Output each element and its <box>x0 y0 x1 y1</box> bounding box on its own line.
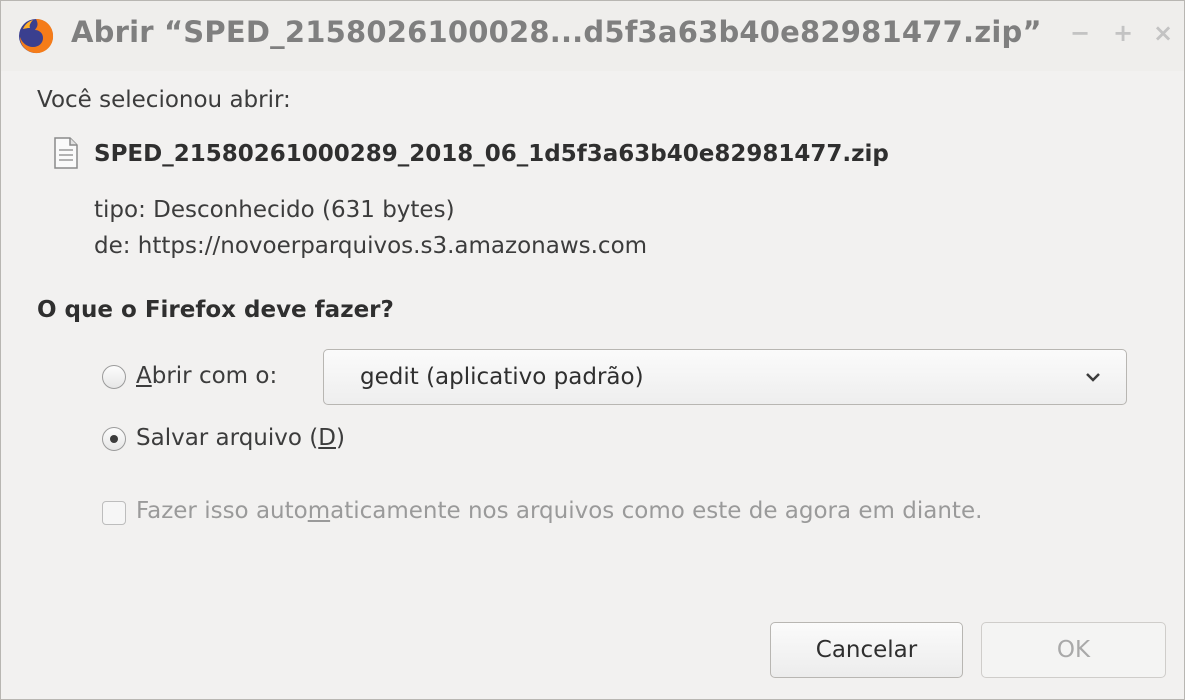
ok-button[interactable]: OK <box>981 622 1166 678</box>
document-icon <box>54 137 78 169</box>
save-file-label[interactable]: Salvar arquivo (D) <box>136 425 345 451</box>
auto-checkbox-label[interactable]: Fazer isso automaticamente nos arquivos … <box>136 498 982 524</box>
dialog-window: Abrir “SPED_2158026100028...d5f3a63b40e8… <box>0 0 1185 700</box>
save-file-mnemonic: D <box>318 425 336 451</box>
save-file-radio[interactable] <box>102 427 126 451</box>
intro-label: Você selecionou abrir: <box>37 87 291 113</box>
application-select[interactable]: gedit (aplicativo padrão) <box>323 349 1127 405</box>
minimize-button[interactable]: − <box>1070 19 1090 47</box>
auto-label-before: Fazer isso auto <box>136 498 308 524</box>
file-type: tipo: Desconhecido (631 bytes) <box>94 197 455 223</box>
file-source: de: https://novoerparquivos.s3.amazonaws… <box>94 233 648 259</box>
auto-label-after: aticamente nos arquivos como este de ago… <box>330 498 983 524</box>
maximize-button[interactable]: + <box>1113 19 1133 47</box>
auto-checkbox[interactable] <box>102 501 126 525</box>
chevron-down-icon <box>1086 373 1100 382</box>
open-with-label-text: brir com o: <box>151 363 278 389</box>
title-bar[interactable]: Abrir “SPED_2158026100028...d5f3a63b40e8… <box>1 1 1184 71</box>
window-title: Abrir “SPED_2158026100028...d5f3a63b40e8… <box>71 15 1042 49</box>
save-file-label-after: ) <box>335 425 345 451</box>
open-with-radio[interactable] <box>102 365 126 389</box>
cancel-button[interactable]: Cancelar <box>770 622 963 678</box>
open-with-mnemonic: A <box>136 363 152 389</box>
file-name: SPED_21580261000289_2018_06_1d5f3a63b40e… <box>94 141 889 167</box>
question-heading: O que o Firefox deve fazer? <box>37 297 394 323</box>
open-with-label[interactable]: Abrir com o: <box>136 363 277 389</box>
firefox-icon <box>19 19 54 54</box>
close-button[interactable]: × <box>1153 19 1173 47</box>
save-file-label-before: Salvar arquivo ( <box>136 425 319 451</box>
application-select-value: gedit (aplicativo padrão) <box>360 364 644 390</box>
auto-mnemonic: m <box>307 498 331 524</box>
